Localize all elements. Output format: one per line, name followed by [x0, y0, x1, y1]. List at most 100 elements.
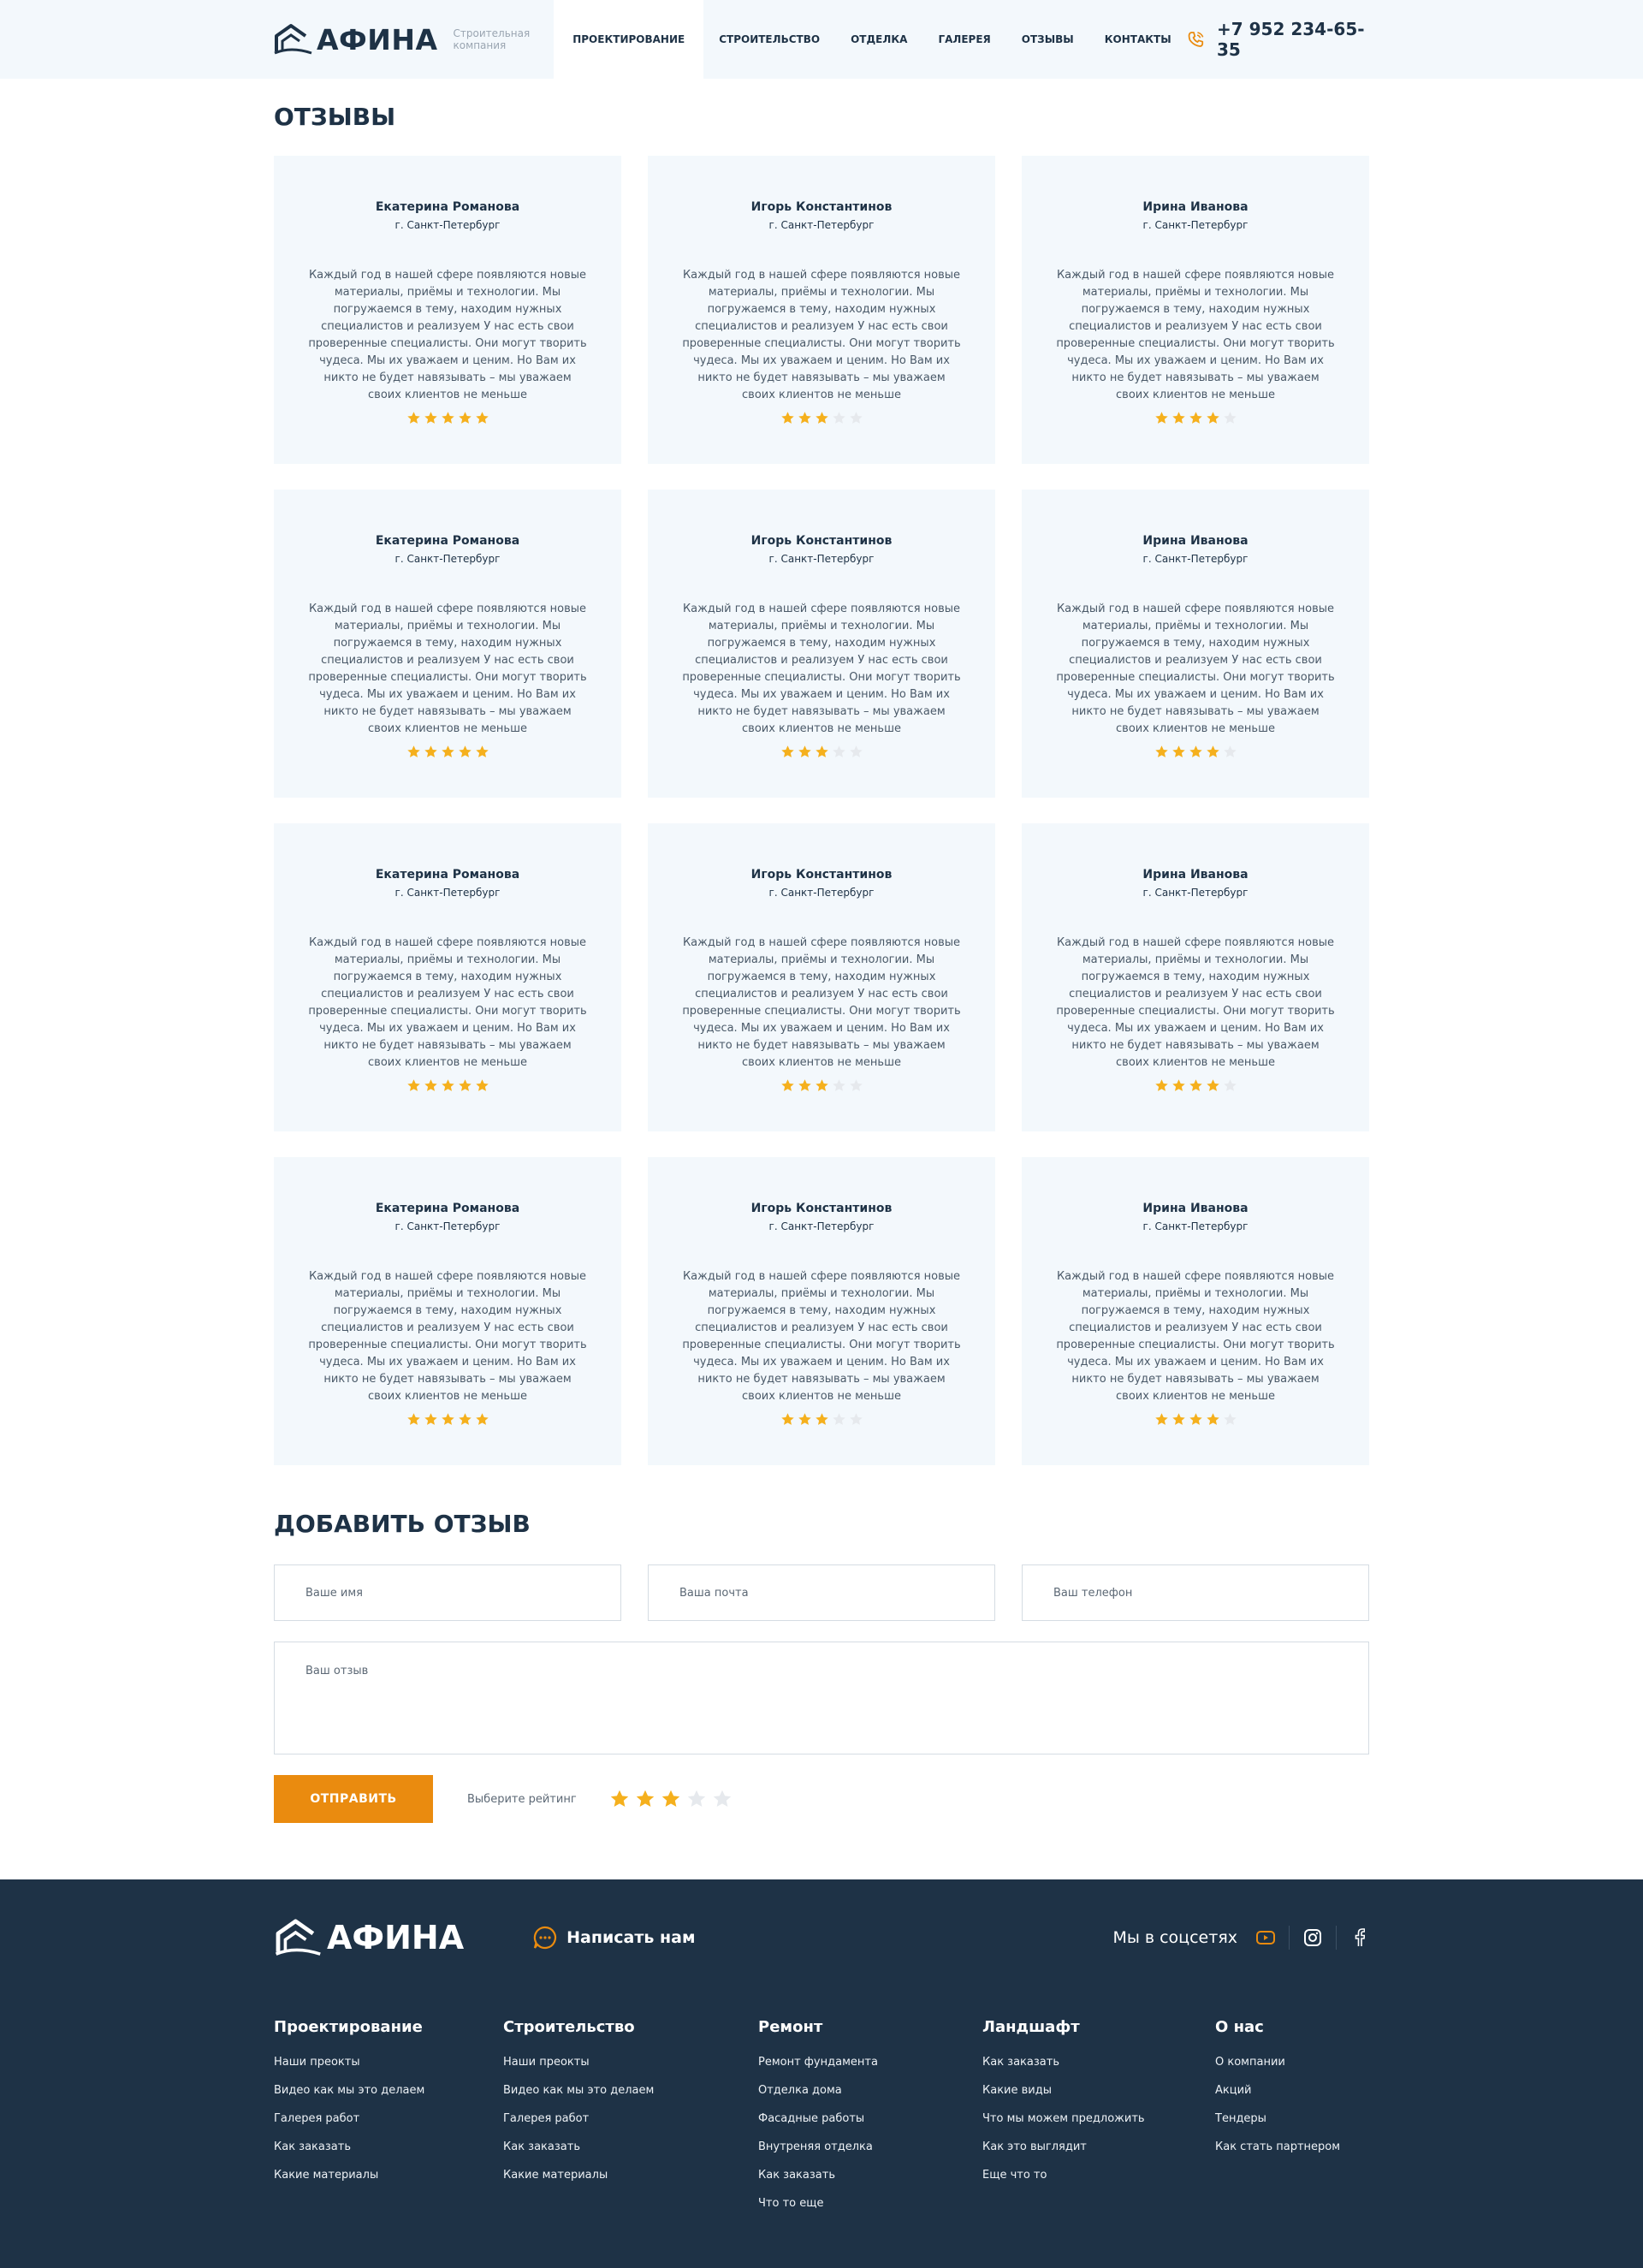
- review-rating: [274, 1412, 621, 1427]
- footer-link[interactable]: Какие материалы: [503, 2161, 758, 2189]
- reviewer-name: Ирина Иванова: [1142, 200, 1249, 214]
- footer-link[interactable]: Еще что то: [982, 2161, 1215, 2189]
- footer-link[interactable]: О компании: [1215, 2048, 1369, 2076]
- footer-link[interactable]: Фасадные работы: [758, 2105, 982, 2133]
- footer-link[interactable]: Видео как мы это делаем: [503, 2076, 758, 2105]
- star-filled-icon: [441, 1413, 454, 1425]
- review-text: Каждый год в нашей сфере появляются новы…: [308, 269, 587, 401]
- star-filled-icon[interactable]: [635, 1789, 655, 1809]
- star-filled-icon[interactable]: [609, 1789, 630, 1809]
- reviewer-city: г. Санкт-Петербург: [394, 553, 501, 565]
- house-logo-icon: [274, 24, 312, 55]
- star-filled-icon: [1206, 745, 1219, 757]
- youtube-icon[interactable]: [1256, 1928, 1275, 1947]
- nav-item-construction[interactable]: Строительство: [703, 0, 835, 79]
- name-field[interactable]: Ваше имя: [274, 1564, 621, 1621]
- review-card: Игорь Константинов г. Санкт-Петербург Кажд…: [648, 1157, 995, 1465]
- nav-item-gallery[interactable]: Галерея: [922, 0, 1005, 79]
- footer-link[interactable]: Тендеры: [1215, 2105, 1369, 2133]
- logo[interactable]: АФИНА: [274, 22, 438, 56]
- star-filled-icon: [1154, 745, 1168, 757]
- email-field[interactable]: Ваша почта: [648, 1564, 995, 1621]
- instagram-icon[interactable]: [1303, 1928, 1322, 1947]
- footer-link[interactable]: Что мы можем предложить: [982, 2105, 1215, 2133]
- star-filled-icon: [1206, 1413, 1219, 1425]
- phone-field[interactable]: Ваш телефон: [1022, 1564, 1369, 1621]
- submit-button[interactable]: ОТПРАВИТЬ: [274, 1775, 433, 1823]
- rating-input[interactable]: [609, 1789, 733, 1809]
- footer-column: Ремонт Ремонт фундамента Отделка дома Фасад…: [758, 2018, 982, 2218]
- star-filled-icon: [441, 745, 454, 757]
- star-filled-icon: [406, 1413, 420, 1425]
- star-empty-icon[interactable]: [712, 1789, 733, 1809]
- footer-link[interactable]: Видео как мы это делаем: [274, 2076, 503, 2105]
- star-filled-icon: [406, 745, 420, 757]
- footer-column: Ландшафт Как заказать Какие виды Что мы мож…: [982, 2018, 1215, 2218]
- star-filled-icon: [780, 1413, 794, 1425]
- star-filled-icon: [815, 1079, 828, 1091]
- star-empty-icon: [1223, 412, 1237, 424]
- review-card: Екатерина Романова г. Санкт-Петербург Кажд…: [274, 490, 621, 798]
- review-rating: [648, 1078, 995, 1093]
- footer-link[interactable]: Ремонт фундамента: [758, 2048, 982, 2076]
- nav-item-contacts[interactable]: Контакты: [1089, 0, 1187, 79]
- footer-link[interactable]: Как заказать: [758, 2161, 982, 2189]
- footer-link[interactable]: Внутреняя отделка: [758, 2133, 982, 2161]
- footer-link[interactable]: Какие материалы: [274, 2161, 503, 2189]
- nav-item-reviews[interactable]: Отзывы: [1006, 0, 1089, 79]
- star-filled-icon: [441, 1079, 454, 1091]
- review-rating: [648, 745, 995, 759]
- footer-link[interactable]: Акций: [1215, 2076, 1369, 2105]
- footer-link[interactable]: Галерея работ: [503, 2105, 758, 2133]
- review-rating: [274, 1078, 621, 1093]
- phone-number: +7 952 234-65-35: [1217, 19, 1365, 60]
- reviewer-name: Екатерина Романова: [375, 200, 520, 214]
- footer-link[interactable]: Как это выглядит: [982, 2133, 1215, 2161]
- footer-link[interactable]: Как заказать: [503, 2133, 758, 2161]
- facebook-icon[interactable]: [1350, 1928, 1369, 1947]
- write-us-link[interactable]: Написать нам: [532, 1925, 695, 1950]
- star-filled-icon: [1171, 1413, 1185, 1425]
- star-empty-icon: [832, 1413, 845, 1425]
- review-rating: [648, 411, 995, 425]
- footer-column: Строительство Наши преокты Видео как мы эт…: [503, 2018, 758, 2218]
- footer-link[interactable]: Наши преокты: [274, 2048, 503, 2076]
- review-form-inputs: Ваше имя Ваша почта Ваш телефон: [274, 1564, 1369, 1621]
- phone-link[interactable]: +7 952 234-65-35: [1187, 19, 1369, 60]
- star-filled-icon: [458, 1079, 472, 1091]
- reviewer-name: Ирина Иванова: [1142, 1202, 1249, 1215]
- footer-link[interactable]: Что то еще: [758, 2189, 982, 2218]
- review-text: Каждый год в нашей сфере появляются новы…: [1056, 269, 1335, 401]
- footer-link[interactable]: Отделка дома: [758, 2076, 982, 2105]
- footer-columns: Проектирование Наши преокты Видео как мы э…: [274, 2018, 1369, 2218]
- star-filled-icon: [1154, 1079, 1168, 1091]
- footer-link[interactable]: Какие виды: [982, 2076, 1215, 2105]
- review-textarea[interactable]: Ваш отзыв: [274, 1642, 1369, 1754]
- review-text: Каждый год в нашей сфере появляются новы…: [682, 269, 961, 401]
- star-filled-icon: [1189, 412, 1202, 424]
- footer-link[interactable]: Наши преокты: [503, 2048, 758, 2076]
- footer-link[interactable]: Галерея работ: [274, 2105, 503, 2133]
- nav-item-design[interactable]: Проектирование: [554, 0, 704, 79]
- nav-item-finishing[interactable]: Отделка: [835, 0, 922, 79]
- star-filled-icon: [780, 1079, 794, 1091]
- review-card: Екатерина Романова г. Санкт-Петербург Кажд…: [274, 156, 621, 464]
- reviewer-city: г. Санкт-Петербург: [768, 219, 875, 231]
- add-review-title: ДОБАВИТЬ ОТЗЫВ: [274, 1510, 531, 1538]
- footer-link[interactable]: Как заказать: [982, 2048, 1215, 2076]
- star-filled-icon: [424, 1413, 437, 1425]
- star-filled-icon: [1154, 1413, 1168, 1425]
- footer-link[interactable]: Как заказать: [274, 2133, 503, 2161]
- review-rating: [1022, 1078, 1369, 1093]
- reviewer-name: Игорь Константинов: [750, 200, 893, 214]
- footer-logo[interactable]: АФИНА: [274, 1917, 464, 1958]
- star-filled-icon: [798, 745, 811, 757]
- star-filled-icon: [780, 745, 794, 757]
- footer-link[interactable]: Как стать партнером: [1215, 2133, 1369, 2161]
- star-empty-icon: [849, 412, 863, 424]
- review-text: Каждый год в нашей сфере появляются новы…: [1056, 603, 1335, 735]
- review-card: Ирина Иванова г. Санкт-Петербург Каждый го…: [1022, 490, 1369, 798]
- star-filled-icon[interactable]: [661, 1789, 681, 1809]
- star-filled-icon: [475, 412, 489, 424]
- star-empty-icon[interactable]: [686, 1789, 707, 1809]
